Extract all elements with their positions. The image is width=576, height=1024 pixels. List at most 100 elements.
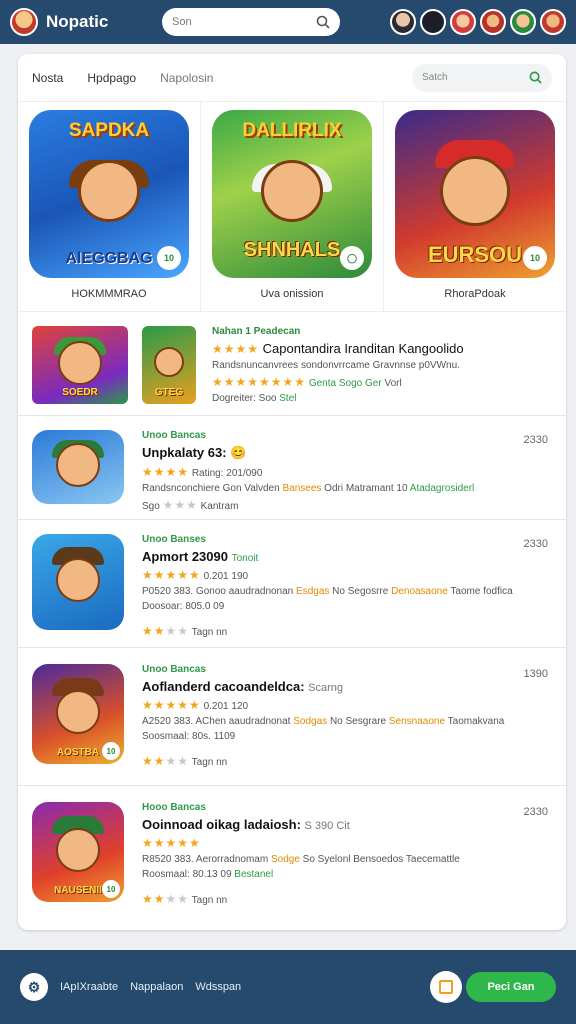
app-logo-icon[interactable] bbox=[10, 8, 38, 36]
top-bar: Nopatic Son bbox=[0, 0, 576, 44]
rating-stars: ★★★★★ bbox=[142, 698, 201, 712]
item-desc-mid: No Sesgrare bbox=[329, 716, 387, 727]
game-cover-image[interactable]: EURSOU 10 bbox=[395, 110, 555, 278]
item-meta-rest: Tagn nn bbox=[191, 757, 228, 768]
item-meta-text: Roosmaal: 80.13 09 bbox=[142, 869, 232, 880]
panel-search-input[interactable]: Satch bbox=[412, 63, 552, 92]
tab-hpdpago[interactable]: Hpdpago bbox=[87, 71, 136, 85]
game-thumbnail[interactable]: NAUSENII 10 bbox=[32, 802, 124, 902]
bottom-link[interactable]: Wdsspan bbox=[195, 981, 241, 993]
item-highlight: Genta Sogo Ger bbox=[308, 378, 382, 389]
list-item[interactable]: AOSTBA 10 Unoo Bancas Aoflanderd cacoand… bbox=[18, 648, 566, 786]
avatar-list bbox=[390, 9, 566, 35]
tab-napolosin[interactable]: Napolosin bbox=[160, 71, 213, 85]
search-icon[interactable] bbox=[316, 15, 330, 29]
item-rating-text: 0.201 120 bbox=[203, 701, 249, 712]
item-meta-row: Sgo ★★★ Kantram bbox=[142, 498, 552, 512]
bottom-link[interactable]: Nappalaon bbox=[130, 981, 183, 993]
item-meta-row: ★★★★★★★★ Genta Sogo Ger Vorl bbox=[212, 375, 552, 389]
list-item[interactable]: NAUSENII 10 Hooo Bancas Ooinnoad oikag l… bbox=[18, 786, 566, 926]
cover-badge: 10 bbox=[157, 246, 181, 270]
item-desc: P0520 383. Gonoo aaudradnonan bbox=[142, 586, 294, 597]
item-meta-rest: Tagn nn bbox=[191, 895, 228, 906]
avatar[interactable] bbox=[510, 9, 536, 35]
item-title-row: Ooinnoad oikag ladaiosh: S 390 Cit bbox=[142, 817, 552, 832]
item-desc: A2520 383. AChen aaudradnonat bbox=[142, 716, 291, 727]
item-desc: Randsnconchiere Gon Valvden bbox=[142, 483, 280, 494]
item-meta-row: ★★★★★ bbox=[142, 836, 552, 850]
primary-cta-button[interactable]: Peci Gan bbox=[466, 972, 556, 1002]
game-thumbnail[interactable]: GTEG bbox=[142, 326, 196, 404]
item-price: 2330 bbox=[523, 434, 548, 446]
item-meta-text: Soosmaal: 80s. 1109 bbox=[142, 731, 236, 742]
bottom-link[interactable]: IApIXraabte bbox=[60, 981, 118, 993]
game-thumbnail[interactable]: AOSTBA 10 bbox=[32, 664, 124, 764]
item-description-row: Randsnconchiere Gon Valvden Bansees Odri… bbox=[142, 483, 552, 494]
list-item[interactable]: Unoo Banses Apmort 23090 Tonoit ★★★★★ 0.… bbox=[18, 520, 566, 648]
item-category: Unoo Bancas bbox=[142, 664, 206, 675]
item-description-row: P0520 383. Gonoo aaudradnonan Esdgas No … bbox=[142, 586, 552, 597]
item-title: Unpkalaty 63: bbox=[142, 445, 227, 460]
item-meta-rest: Kantram bbox=[200, 501, 239, 512]
item-price: 2330 bbox=[523, 806, 548, 818]
game-thumbnail[interactable]: SOEDR bbox=[32, 326, 128, 404]
list-item[interactable]: Unoo Bancas Unpkalaty 63: 😊 ★★★★ Rating:… bbox=[18, 416, 566, 520]
item-desc-highlight: Bansees bbox=[282, 483, 322, 494]
item-meta-row: Roosmaal: 80.13 09 Bestanel bbox=[142, 869, 552, 880]
avatar[interactable] bbox=[540, 9, 566, 35]
search-icon[interactable] bbox=[529, 71, 542, 84]
settings-icon[interactable]: ⚙ bbox=[20, 973, 48, 1001]
item-title: Ooinnoad oikag ladaiosh: bbox=[142, 817, 301, 832]
item-title-row: Aoflanderd cacoandeldca: Scarng bbox=[142, 679, 552, 694]
item-description-row: A2520 383. AChen aaudradnonat Sodgas No … bbox=[142, 716, 552, 727]
game-thumbnail[interactable] bbox=[32, 534, 124, 630]
item-desc-mid: So Syelonl Bensoedos bbox=[302, 854, 404, 865]
rating-stars: ★★★★★ bbox=[142, 568, 201, 582]
item-desc-green: Atadagrosiderl bbox=[409, 483, 475, 494]
tab-nosta[interactable]: Nosta bbox=[32, 71, 63, 85]
character-face bbox=[154, 347, 184, 377]
item-info: Unoo Banses Apmort 23090 Tonoit ★★★★★ 0.… bbox=[142, 534, 552, 647]
item-meta-row: ★★★★ Rating: 201/090 bbox=[142, 465, 552, 479]
item-title: Capontandira Iranditan Kangoolido bbox=[262, 341, 464, 356]
featured-games: SAPDKA AlEGGBAG 10 HOKMMMRAO DALLIRLIX S… bbox=[18, 102, 566, 312]
avatar[interactable] bbox=[420, 9, 446, 35]
character-face bbox=[56, 828, 100, 872]
cover-badge: 10 bbox=[523, 246, 547, 270]
game-cover-image[interactable]: SAPDKA AlEGGBAG 10 bbox=[29, 110, 189, 278]
game-thumbnail[interactable] bbox=[32, 430, 124, 504]
featured-label: RhoraPdoak bbox=[444, 288, 506, 300]
featured-card[interactable]: EURSOU 10 RhoraPdoak bbox=[384, 102, 566, 311]
top-search-input[interactable]: Son bbox=[162, 8, 340, 36]
item-rating-text: 0.201 190 bbox=[203, 571, 249, 582]
character-face bbox=[56, 558, 100, 602]
game-cover-image[interactable]: DALLIRLIX SHNHALS ◯ bbox=[212, 110, 372, 278]
item-title-row: Apmort 23090 Tonoit bbox=[142, 549, 552, 564]
item-desc-rest: Taecemattle bbox=[405, 854, 460, 865]
main-panel: Nosta Hpdpago Napolosin Satch SAPDKA AlE… bbox=[18, 54, 566, 930]
item-info: Nahan 1 Peadecan ★★★★ Capontandira Irand… bbox=[212, 326, 552, 415]
bottom-bar: ⚙ IApIXraabte Nappalaon Wdsspan Peci Gan bbox=[0, 950, 576, 1024]
avatar[interactable] bbox=[390, 9, 416, 35]
rating-stars: ★★★★★ bbox=[142, 836, 201, 850]
thumb-badge: 10 bbox=[102, 742, 120, 760]
item-title-row: ★★★★ Capontandira Iranditan Kangoolido bbox=[212, 341, 552, 356]
item-meta-row: ★★★★ Tagn nn bbox=[142, 624, 552, 638]
item-info: Hooo Bancas Ooinnoad oikag ladaiosh: S 3… bbox=[142, 802, 552, 926]
item-rating-label: Rating: bbox=[191, 468, 224, 479]
thumb-badge: 10 bbox=[102, 880, 120, 898]
item-meta-row: Dogreiter: Soo Stel bbox=[212, 393, 552, 404]
character-face bbox=[78, 159, 140, 222]
featured-card[interactable]: SAPDKA AlEGGBAG 10 HOKMMMRAO bbox=[18, 102, 201, 311]
character-face bbox=[56, 443, 100, 487]
featured-card[interactable]: DALLIRLIX SHNHALS ◯ Uva onission bbox=[201, 102, 384, 311]
document-icon[interactable] bbox=[430, 971, 462, 1003]
character-face bbox=[58, 341, 102, 385]
rating-stars: ★★★★ bbox=[142, 465, 190, 479]
item-meta-highlight: Stel bbox=[279, 393, 297, 404]
item-desc: R8520 383. Aerorradnomam bbox=[142, 854, 269, 865]
list-item[interactable]: SOEDR GTEG Nahan 1 Peadecan ★★★★ Caponta… bbox=[18, 312, 566, 416]
item-title: Aoflanderd cacoandeldca: bbox=[142, 679, 305, 694]
avatar[interactable] bbox=[450, 9, 476, 35]
avatar[interactable] bbox=[480, 9, 506, 35]
